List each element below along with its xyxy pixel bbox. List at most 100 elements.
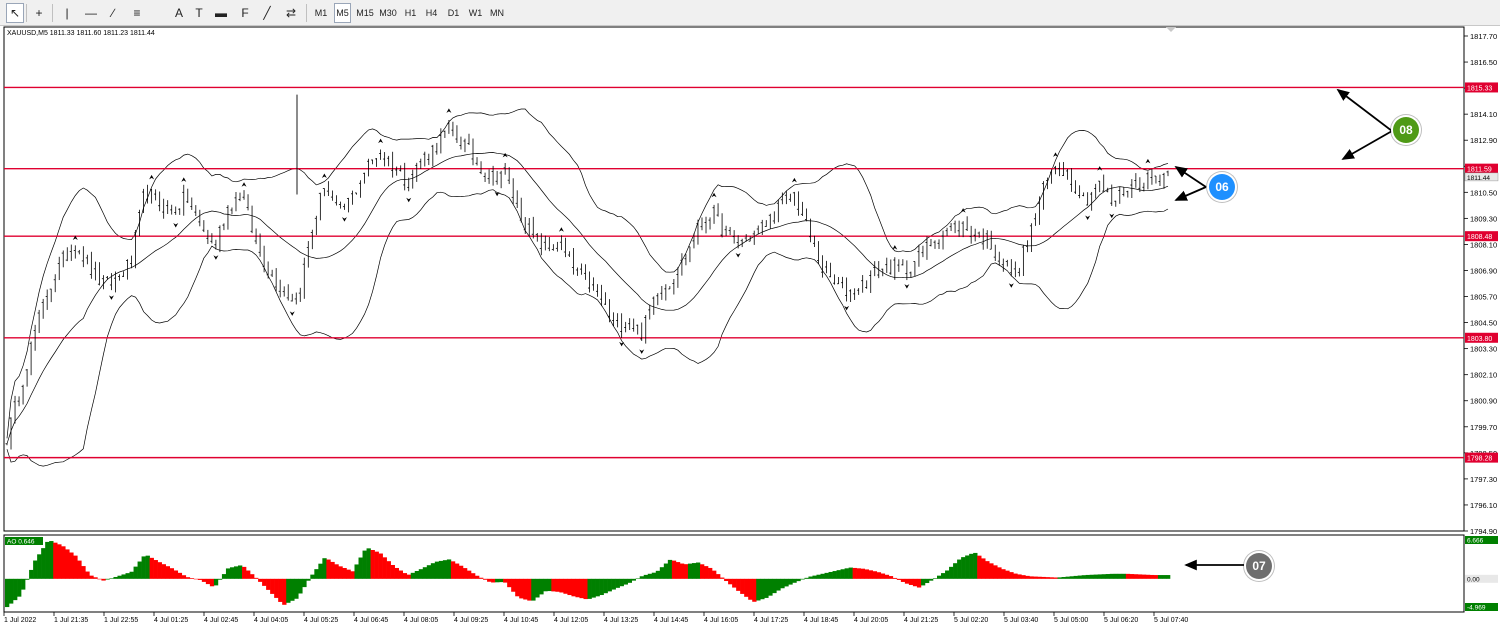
price-axis-label: 1809.30 (1470, 214, 1497, 223)
vertical-line-icon[interactable]: | (58, 3, 76, 23)
ao-histogram-bar (1029, 576, 1034, 579)
ao-histogram-bar (254, 577, 259, 579)
ao-histogram-bar (663, 563, 669, 579)
arrows-icon[interactable]: ⇄ (282, 3, 300, 23)
ao-histogram-bar (105, 578, 110, 580)
timeframe-w1-button[interactable]: W1 (467, 3, 484, 23)
ao-histogram-bar (1093, 574, 1098, 579)
timeframe-m15-button[interactable]: M15 (355, 3, 375, 23)
ao-histogram-bar (547, 578, 552, 592)
ao-histogram-bar (1065, 576, 1070, 579)
gann-icon[interactable]: ╱ (258, 3, 276, 23)
time-axis-label: 4 Jul 10:45 (504, 617, 538, 624)
fibonacci-icon[interactable]: F (236, 3, 254, 23)
timeframe-h4-button[interactable]: H4 (423, 3, 440, 23)
ao-histogram-bar (394, 567, 399, 579)
ao-histogram-bar (844, 568, 849, 579)
ao-histogram-bar (153, 560, 158, 579)
ao-histogram-bar (370, 549, 375, 579)
main-chart-frame (3, 26, 1465, 532)
ao-histogram-bar (342, 567, 347, 579)
ao-histogram-bar (93, 577, 98, 579)
price-axis-label: 1814.10 (1470, 110, 1497, 119)
time-axis-label: 4 Jul 04:05 (254, 617, 288, 624)
ao-histogram-bar (937, 575, 942, 579)
ao-histogram-bar (346, 569, 351, 579)
ao-histogram-bar (965, 555, 970, 579)
time-axis-label: 4 Jul 09:25 (454, 617, 488, 624)
ao-histogram-bar (338, 566, 343, 579)
ao-histogram-bar (812, 575, 817, 579)
ao-histogram-bar (953, 563, 958, 579)
ao-histogram-bar (961, 557, 966, 579)
ao-histogram-bar (201, 578, 207, 582)
ao-histogram-bar (290, 578, 295, 601)
crosshair-icon[interactable]: + (30, 3, 48, 23)
ao-histogram-bar (495, 578, 500, 583)
time-axis-label: 5 Jul 02:20 (954, 617, 988, 624)
ao-histogram-bar (804, 577, 809, 579)
ao-histogram-bar (1125, 573, 1131, 579)
level-price-label: 1815.33 (1467, 85, 1492, 92)
ao-histogram-bar (1129, 574, 1135, 579)
ao-histogram-bar (1137, 574, 1143, 579)
timeframe-d1-button[interactable]: D1 (445, 3, 462, 23)
ao-histogram-bar (796, 578, 801, 582)
price-chart[interactable]: XAUUSD,M5 1811.33 1811.60 1811.23 1811.4… (0, 26, 1500, 630)
callout-07-badge: 07 (1246, 553, 1272, 579)
ao-histogram-bar (274, 578, 279, 598)
ao-histogram-bar (780, 578, 785, 589)
time-axis-label: 5 Jul 03:40 (1004, 617, 1038, 624)
ao-histogram-bar (475, 575, 480, 579)
label-icon[interactable]: T (190, 3, 208, 23)
ao-histogram-bar (969, 553, 974, 579)
ao-histogram-bar (651, 572, 657, 579)
horizontal-line-icon[interactable]: — (82, 3, 100, 23)
timeframe-m5-button[interactable]: M5 (334, 3, 351, 23)
cursor-icon[interactable]: ↖ (6, 3, 24, 23)
ao-histogram-bar (145, 555, 150, 579)
channel-icon[interactable]: ≡ (128, 3, 146, 23)
timeframe-m1-button[interactable]: M1 (312, 3, 330, 23)
text-icon[interactable]: A (170, 3, 188, 23)
ao-histogram-bar (619, 578, 624, 587)
ao-histogram-bar (1073, 575, 1078, 579)
ao-histogram-bar (229, 567, 235, 579)
ao-histogram-bar (270, 578, 275, 594)
trendline-icon[interactable]: ∕ (104, 3, 122, 23)
ao-histogram-bar (631, 578, 637, 581)
ao-histogram-bar (848, 567, 853, 579)
toolbar-separator (26, 4, 27, 22)
ao-histogram-bar (876, 572, 882, 579)
ao-histogram-bar (246, 570, 251, 579)
rectangle-icon[interactable]: ▬ (212, 3, 230, 23)
ao-histogram-bar (483, 578, 488, 580)
ao-histogram-bar (840, 569, 845, 579)
ao-histogram-bar (65, 549, 70, 579)
ao-histogram-bar (1045, 577, 1050, 579)
ao-histogram-bar (499, 578, 504, 583)
ao-histogram-bar (13, 578, 18, 601)
level-price-label: 1803.80 (1467, 336, 1492, 343)
timeframe-m30-button[interactable]: M30 (378, 3, 398, 23)
ao-histogram-bar (189, 578, 195, 579)
ao-histogram-bar (687, 563, 693, 579)
ao-histogram-bar (932, 578, 938, 579)
ao-histogram-bar (603, 578, 608, 594)
ao-histogram-bar (402, 573, 408, 579)
chart-window[interactable]: XAUUSD,M5 1811.33 1811.60 1811.23 1811.4… (0, 26, 1500, 635)
ao-histogram-bar (362, 550, 367, 579)
level-price-label: 1808.48 (1467, 234, 1492, 241)
ao-histogram-bar (1005, 570, 1010, 579)
ao-histogram-bar (647, 573, 653, 579)
timeframe-mn-button[interactable]: MN (488, 3, 506, 23)
ao-histogram-bar (41, 548, 46, 579)
ao-histogram-bar (410, 572, 416, 579)
ao-histogram-bar (4, 578, 10, 608)
timeframe-h1-button[interactable]: H1 (402, 3, 419, 23)
time-axis-label: 5 Jul 05:00 (1054, 617, 1088, 624)
time-axis-label: 4 Jul 14:45 (654, 617, 688, 624)
ao-histogram-bar (768, 578, 773, 596)
ao-histogram-bar (872, 571, 878, 579)
ao-histogram-bar (450, 561, 456, 579)
